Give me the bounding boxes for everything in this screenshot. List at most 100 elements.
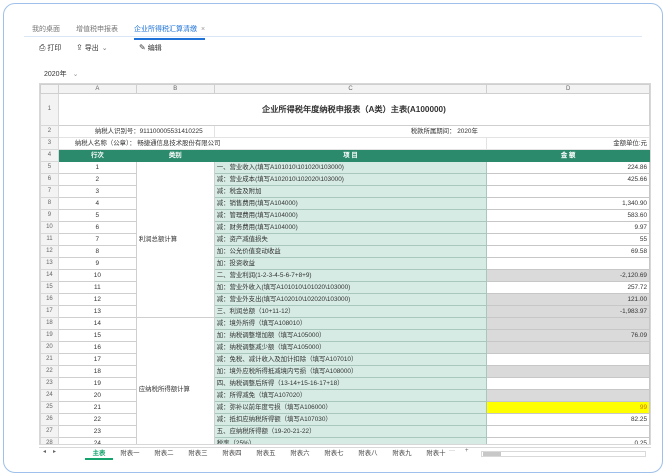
amount-cell[interactable]: 121.00: [486, 293, 650, 306]
row-index-cell[interactable]: 18: [57, 365, 137, 378]
category-cell[interactable]: 利润总额计算: [135, 161, 215, 318]
amount-cell[interactable]: 69.58: [486, 245, 650, 258]
horizontal-scrollbar[interactable]: [481, 451, 646, 457]
row-number[interactable]: 24: [40, 389, 59, 402]
row-number[interactable]: 12: [40, 245, 59, 258]
row-number[interactable]: 3: [40, 137, 59, 150]
row-number[interactable]: 8: [40, 197, 59, 210]
amount-cell[interactable]: 583.60: [486, 209, 650, 222]
sheet-tab-schedule[interactable]: 附表二: [147, 448, 181, 460]
row-number[interactable]: 1: [40, 93, 59, 126]
amount-cell[interactable]: 99: [486, 401, 650, 414]
amount-cell[interactable]: [486, 185, 650, 198]
row-number[interactable]: 9: [40, 209, 59, 222]
item-cell[interactable]: 减：财务费用(填写A104000): [213, 221, 488, 234]
year-select[interactable]: 2020年 ⌄: [44, 69, 78, 79]
column-header-b[interactable]: B: [135, 84, 215, 94]
next-sheet-icon[interactable]: ▸: [53, 448, 56, 455]
row-index-cell[interactable]: 10: [57, 269, 137, 282]
row-number[interactable]: 7: [40, 185, 59, 198]
amount-cell[interactable]: 76.09: [486, 329, 650, 342]
item-cell[interactable]: 四、纳税调整后所得（13-14+15-16-17+18）: [213, 377, 488, 390]
amount-cell[interactable]: [486, 317, 650, 330]
row-index-cell[interactable]: 12: [57, 293, 137, 306]
row-index-cell[interactable]: 7: [57, 233, 137, 246]
amount-cell[interactable]: [486, 425, 650, 438]
row-index-cell[interactable]: 21: [57, 401, 137, 414]
row-index-cell[interactable]: 24: [57, 437, 137, 444]
amount-cell[interactable]: 82.25: [486, 413, 650, 426]
scrollbar-thumb[interactable]: [483, 452, 501, 456]
row-number[interactable]: 27: [40, 425, 59, 438]
row-index-cell[interactable]: 15: [57, 329, 137, 342]
header-row-no[interactable]: 行次: [57, 149, 137, 162]
item-cell[interactable]: 三、利润总额（10+11-12）: [213, 305, 488, 318]
item-cell[interactable]: 加：纳税调整增加额（填写A105000）: [213, 329, 488, 342]
tab-vat-return[interactable]: 增值税申报表: [76, 24, 118, 34]
row-number[interactable]: 2: [40, 125, 59, 138]
item-cell[interactable]: 减：所得减免（填写A107020）: [213, 389, 488, 402]
sheet-tab-schedule[interactable]: 附表九: [385, 448, 419, 460]
item-cell[interactable]: 减：抵扣应纳税所得额（填写A107030）: [213, 413, 488, 426]
amount-cell[interactable]: 1,340.90: [486, 197, 650, 210]
row-number[interactable]: 19: [40, 329, 59, 342]
row-index-cell[interactable]: 17: [57, 353, 137, 366]
row-index-cell[interactable]: 9: [57, 257, 137, 270]
item-cell[interactable]: 加：投资收益: [213, 257, 488, 270]
form-title[interactable]: 企业所得税年度纳税申报表（A类）主表(A100000): [57, 93, 650, 126]
amount-unit[interactable]: 金额单位:元: [486, 137, 650, 150]
header-category[interactable]: 类别: [135, 149, 215, 162]
row-number[interactable]: 21: [40, 353, 59, 366]
item-cell[interactable]: 减：销售费用(填写A104000): [213, 197, 488, 210]
row-number[interactable]: 5: [40, 161, 59, 174]
row-number[interactable]: 20: [40, 341, 59, 354]
amount-cell[interactable]: [486, 365, 650, 378]
row-index-cell[interactable]: 8: [57, 245, 137, 258]
taxpayer-id[interactable]: 纳税人识别号：9111000055314102​25: [57, 125, 215, 138]
sheet-tab-schedule[interactable]: 附表七: [317, 448, 351, 460]
sheet-tab-schedule[interactable]: 附表五: [249, 448, 283, 460]
row-number[interactable]: 4: [40, 149, 59, 162]
prev-sheet-icon[interactable]: ◂: [43, 448, 46, 455]
row-index-cell[interactable]: 13: [57, 305, 137, 318]
row-index-cell[interactable]: 5: [57, 209, 137, 222]
sheet-tab-schedule[interactable]: 附表六: [283, 448, 317, 460]
item-cell[interactable]: 减：管理费用(填写A104000): [213, 209, 488, 222]
amount-cell[interactable]: [486, 257, 650, 270]
row-number[interactable]: 10: [40, 221, 59, 234]
row-index-cell[interactable]: 6: [57, 221, 137, 234]
row-number[interactable]: 23: [40, 377, 59, 390]
item-cell[interactable]: 减：营业成本(填写A102010\102020\103000): [213, 173, 488, 186]
edit-button[interactable]: ✎ 编辑: [139, 43, 162, 53]
row-index-cell[interactable]: 2: [57, 173, 137, 186]
sheet-tab-main[interactable]: 主表: [85, 448, 113, 460]
item-cell[interactable]: 五、应纳税所得额（19-20-21-22）: [213, 425, 488, 438]
print-button[interactable]: ⎙ 打印: [39, 43, 61, 53]
row-number[interactable]: 11: [40, 233, 59, 246]
item-cell[interactable]: 一、营业收入(填写A101010\101020\103000): [213, 161, 488, 174]
taxpayer-name[interactable]: 纳税人名称（公章）： 畅捷通信息技术股份有限公司: [57, 137, 488, 150]
amount-cell[interactable]: [486, 377, 650, 390]
amount-cell[interactable]: 224.86: [486, 161, 650, 174]
amount-cell[interactable]: [486, 341, 650, 354]
export-button[interactable]: ⇪ 导出 ⌄: [76, 43, 108, 53]
item-cell[interactable]: 减：纳税调整减少额（填写A105000）: [213, 341, 488, 354]
close-icon[interactable]: ×: [201, 26, 205, 33]
add-sheet-icon[interactable]: +: [465, 448, 469, 454]
tab-my-desktop[interactable]: 我的桌面: [32, 24, 60, 34]
row-index-cell[interactable]: 20: [57, 389, 137, 402]
amount-cell[interactable]: [486, 353, 650, 366]
item-cell[interactable]: 减：税金及附加: [213, 185, 488, 198]
row-number[interactable]: 6: [40, 173, 59, 186]
item-cell[interactable]: 加：公允价值变动收益: [213, 245, 488, 258]
amount-cell[interactable]: 9.97: [486, 221, 650, 234]
sheet-tab-schedule[interactable]: 附表一: [113, 448, 147, 460]
amount-cell[interactable]: [486, 389, 650, 402]
item-cell[interactable]: 减：营业外支出(填写A102010\102020\103000): [213, 293, 488, 306]
row-number[interactable]: 22: [40, 365, 59, 378]
sheet-tab-schedule[interactable]: 附表四: [215, 448, 249, 460]
item-cell[interactable]: 减：资产减值损失: [213, 233, 488, 246]
column-header-d[interactable]: D: [486, 84, 650, 94]
sheet-tab-schedule[interactable]: 附表八: [351, 448, 385, 460]
sheet-tab-schedule[interactable]: 附表三: [181, 448, 215, 460]
